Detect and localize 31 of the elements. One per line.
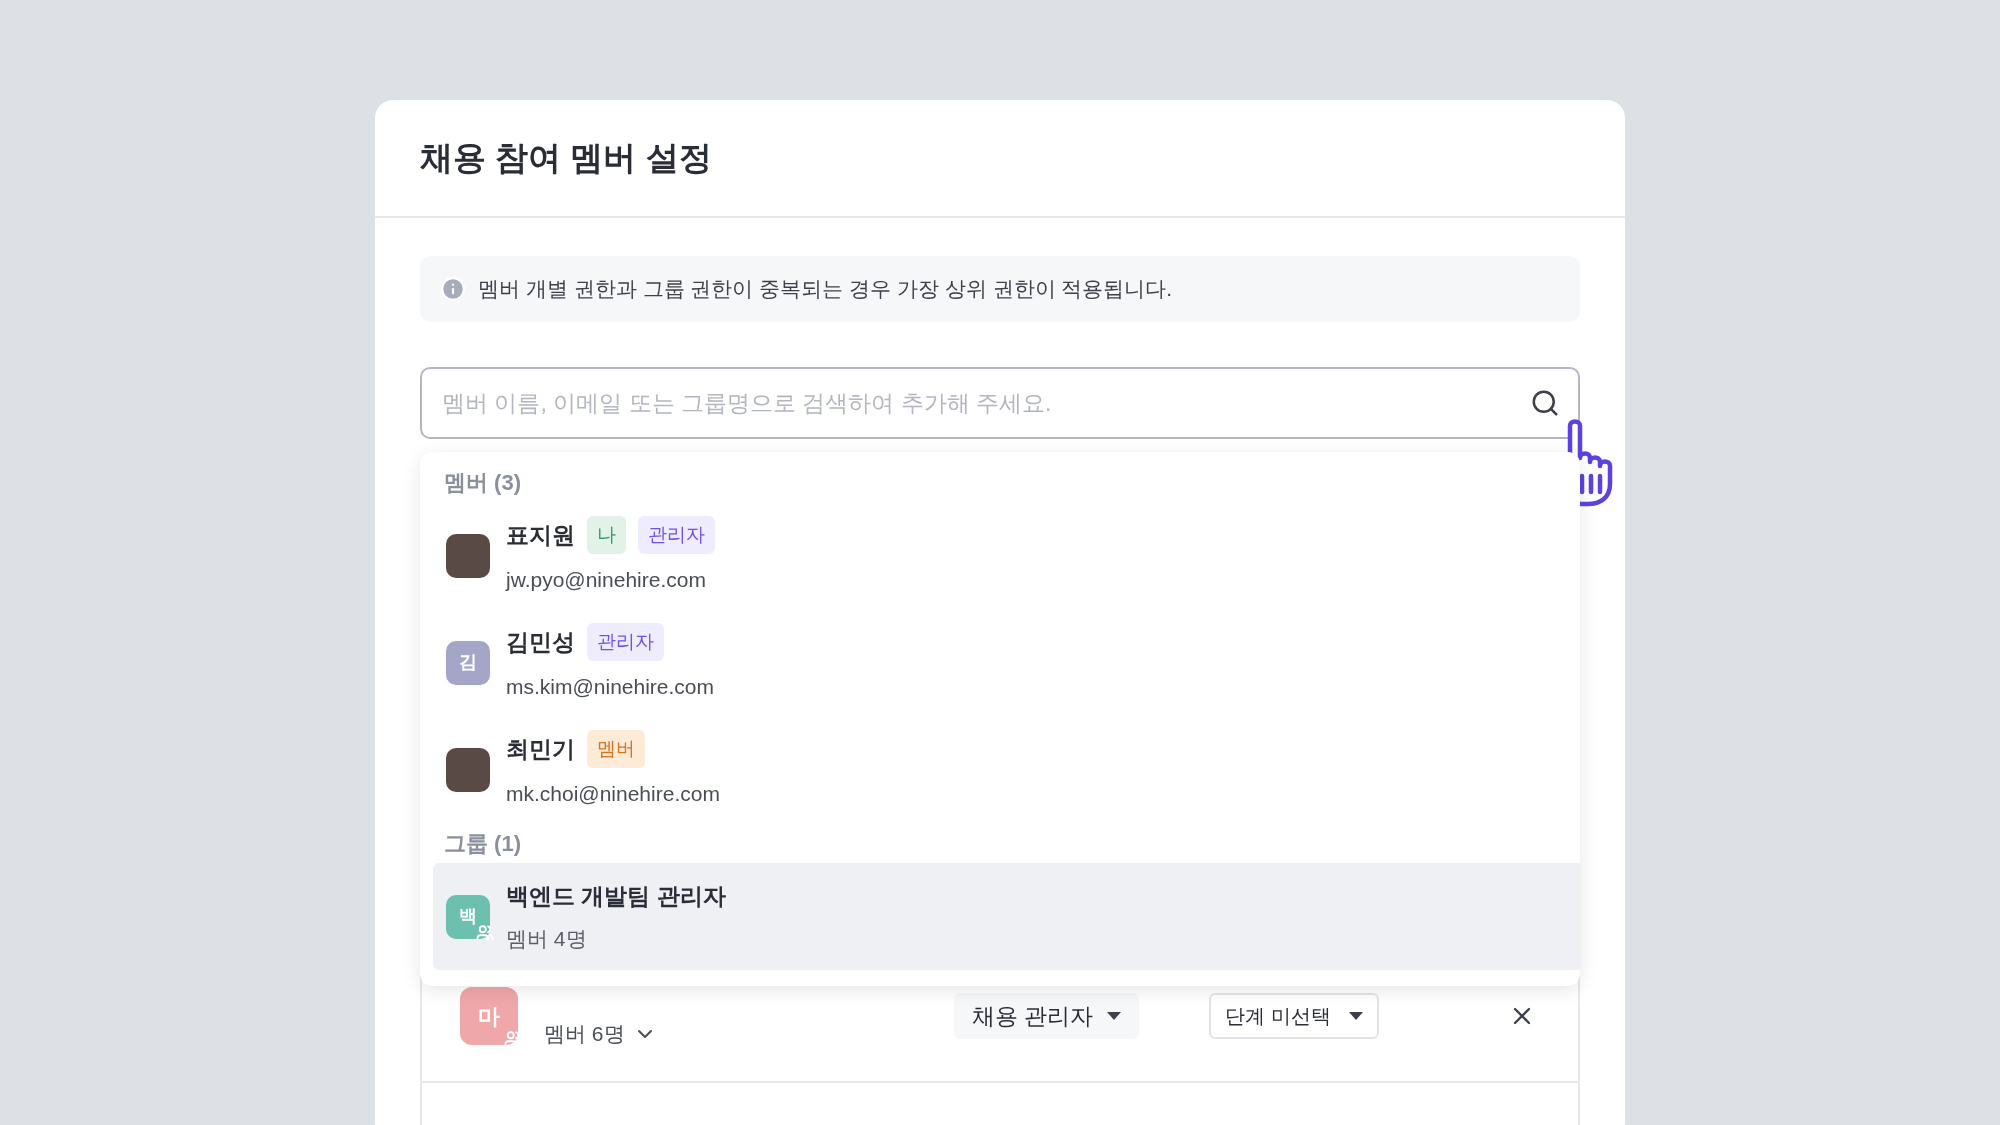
section-heading: 그룹 (1) (443, 829, 522, 858)
notice-text: 멤버 개별 권한과 그룹 권한이 중복되는 경우 가장 상위 권한이 적용됩니다. (478, 276, 1173, 303)
photo-placeholder (446, 533, 490, 578)
role-badge: 관리자 (587, 622, 664, 661)
info-icon (440, 276, 466, 302)
section-heading: 멤버 (3) (443, 468, 522, 497)
item-subtitle: 멤버 4명 (506, 926, 588, 952)
people-icon (476, 923, 494, 942)
role-select[interactable]: 채용 관리자 (954, 993, 1140, 1039)
member-count: 멤버 6명 (544, 1021, 625, 1048)
item-name: 표지원 (506, 520, 575, 550)
role-badge: 나 (587, 515, 626, 554)
caret-icon (1348, 1012, 1363, 1020)
stage-select[interactable]: 단계 미선택 (1209, 993, 1379, 1039)
result-item[interactable]: 백 백엔드 개발팀 관리자 멤버 4명 (433, 863, 1580, 970)
item-subtitle: jw.pyo@ninehire.com (506, 566, 707, 593)
group-avatar: 마 (460, 987, 518, 1045)
item-name: 최민기 (506, 734, 575, 764)
item-name: 김민성 (506, 627, 575, 657)
dialog-title: 채용 참여 멤버 설정 (420, 138, 712, 179)
group-avatar: 백 (446, 894, 490, 939)
item-subtitle: ms.kim@ninehire.com (506, 673, 715, 700)
item-subtitle: mk.choi@ninehire.com (506, 780, 720, 807)
photo-placeholder (446, 747, 490, 792)
role-badge: 멤버 (587, 729, 645, 768)
search-icon (1530, 388, 1560, 418)
caret-icon (1107, 1012, 1122, 1020)
avatar: 김 (446, 640, 490, 685)
search-field[interactable]: 멤버 이름, 이메일 또는 그룹명으로 검색하여 추가해 주세요. (420, 367, 1580, 439)
role-badge: 관리자 (638, 515, 715, 554)
item-name: 백엔드 개발팀 관리자 (506, 881, 726, 911)
